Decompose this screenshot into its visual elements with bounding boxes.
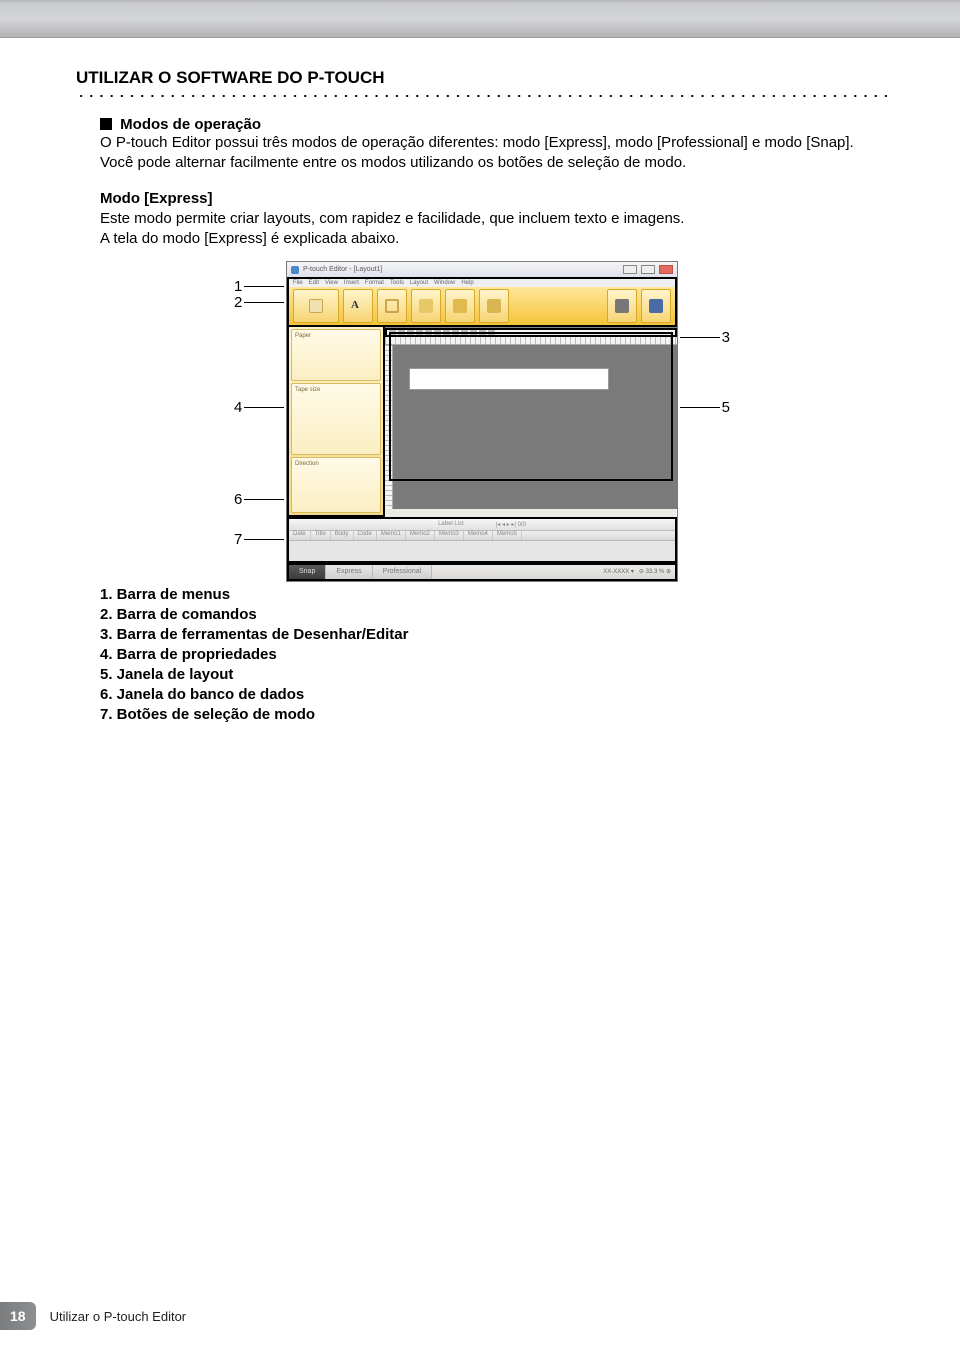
subsection-heading: Modos de operação — [100, 116, 888, 133]
legend-item: 5. Janela de layout — [100, 666, 864, 683]
menu-item[interactable]: Format — [365, 280, 384, 286]
zoom-control[interactable]: XX-XXXX ▾ ⊖ 33.3 % ⊕ — [599, 568, 675, 575]
ribbon-button[interactable] — [607, 289, 637, 323]
tool-icon[interactable] — [461, 330, 468, 335]
mode-tab-professional[interactable]: Professional — [373, 565, 433, 579]
save-icon — [649, 299, 663, 313]
callout-legend: 1. Barra de menus 2. Barra de comandos 3… — [100, 586, 864, 723]
tool-icon[interactable] — [389, 330, 396, 335]
footer-breadcrumb: Utilizar o P-touch Editor — [50, 1309, 187, 1324]
ruler-vertical — [385, 345, 393, 509]
layout-window[interactable] — [385, 327, 677, 509]
db-tabs[interactable]: DateTitleBodyCodeMemo1Memo2Memo3Memo4Mem… — [289, 531, 675, 541]
text-icon: A — [351, 299, 365, 313]
image-icon — [419, 299, 433, 313]
property-panel-orientation[interactable]: Direction — [291, 457, 381, 513]
tool-icon[interactable] — [407, 330, 414, 335]
tool-icon[interactable] — [398, 330, 405, 335]
mode-select-buttons[interactable]: Snap Express Professional XX-XXXX ▾ ⊖ 33… — [287, 563, 677, 581]
top-banner — [0, 0, 960, 38]
ribbon-button[interactable] — [293, 289, 339, 323]
db-navbar[interactable]: Label List |◂ ◂ ▸ ▸| 0/0 — [289, 519, 675, 531]
tool-icon[interactable] — [488, 330, 495, 335]
callout-4: 4 — [234, 399, 284, 416]
ribbon-button[interactable] — [479, 289, 509, 323]
property-panel-paper[interactable]: Paper — [291, 329, 381, 381]
menu-item[interactable]: File — [293, 280, 303, 286]
section-title: UTILIZAR O SOFTWARE DO P-TOUCH — [76, 68, 888, 88]
express-line-2: A tela do modo [Express] é explicada aba… — [100, 230, 399, 247]
ruler-horizontal — [385, 337, 677, 345]
database-window[interactable]: Label List |◂ ◂ ▸ ▸| 0/0 DateTitleBodyCo… — [287, 517, 677, 563]
properties-bar[interactable]: Paper Tape size Direction — [287, 327, 385, 517]
menu-item[interactable]: Edit — [309, 280, 319, 286]
tool-icon[interactable] — [470, 330, 477, 335]
ribbon-button[interactable] — [445, 289, 475, 323]
dotted-divider — [76, 94, 888, 98]
menu-item[interactable]: Tools — [390, 280, 404, 286]
draw-edit-toolbar[interactable] — [385, 328, 677, 337]
menu-item[interactable]: Insert — [344, 280, 359, 286]
legend-item: 7. Botões de seleção de modo — [100, 706, 864, 723]
screenshot-diagram: 1 2 4 6 7 3 5 P-touch Editor - [Layout1] — [242, 261, 722, 582]
callout-2: 2 — [234, 294, 284, 311]
window-title: P-touch Editor - [Layout1] — [303, 266, 619, 273]
ribbon-button[interactable] — [411, 289, 441, 323]
tool-icon[interactable] — [479, 330, 486, 335]
callout-box-layout — [389, 332, 673, 481]
callout-5: 5 — [680, 399, 730, 416]
express-heading: Modo [Express] — [100, 190, 213, 207]
app-window: P-touch Editor - [Layout1] File Edit Vie… — [286, 261, 678, 582]
page-number: 18 — [0, 1302, 36, 1330]
tool-icon[interactable] — [425, 330, 432, 335]
ribbon-button[interactable] — [377, 289, 407, 323]
legend-item: 3. Barra de ferramentas de Desenhar/Edit… — [100, 626, 864, 643]
callout-1: 1 — [234, 278, 284, 295]
favorites-icon — [453, 299, 467, 313]
command-bar[interactable]: A — [287, 287, 677, 327]
callout-6: 6 — [234, 491, 284, 508]
label-canvas[interactable] — [409, 368, 609, 390]
ribbon-button[interactable] — [641, 289, 671, 323]
print-icon — [615, 299, 629, 313]
tool-icon[interactable] — [416, 330, 423, 335]
menu-item[interactable]: Help — [461, 280, 473, 286]
tool-icon[interactable] — [434, 330, 441, 335]
subsection-heading-text: Modos de operação — [120, 116, 261, 133]
legend-item: 2. Barra de comandos — [100, 606, 864, 623]
property-panel-tape[interactable]: Tape size — [291, 383, 381, 455]
legend-item: 6. Janela do banco de dados — [100, 686, 864, 703]
mode-tab-express[interactable]: Express — [326, 565, 372, 579]
menu-item[interactable]: Window — [434, 280, 455, 286]
menu-item[interactable]: Layout — [410, 280, 428, 286]
legend-item: 1. Barra de menus — [100, 586, 864, 603]
express-block: Modo [Express] Este modo permite criar l… — [100, 189, 864, 249]
minimize-icon[interactable] — [623, 265, 637, 274]
app-icon — [291, 266, 299, 274]
paper-icon — [309, 299, 323, 313]
ribbon-button[interactable]: A — [343, 289, 373, 323]
square-bullet-icon — [100, 118, 112, 130]
frame-icon — [385, 299, 399, 313]
window-titlebar: P-touch Editor - [Layout1] — [287, 262, 677, 278]
layout-icon — [487, 299, 501, 313]
mode-tab-snap[interactable]: Snap — [289, 565, 326, 579]
legend-item: 4. Barra de propriedades — [100, 646, 864, 663]
callout-3: 3 — [680, 329, 730, 346]
intro-text: O P-touch Editor possui três modos de op… — [100, 133, 864, 173]
close-icon[interactable] — [659, 265, 673, 274]
maximize-icon[interactable] — [641, 265, 655, 274]
callout-7: 7 — [234, 531, 284, 548]
page-footer: 18 Utilizar o P-touch Editor — [0, 1302, 186, 1330]
tool-icon[interactable] — [443, 330, 450, 335]
page-content: UTILIZAR O SOFTWARE DO P-TOUCH Modos de … — [0, 40, 960, 723]
express-line-1: Este modo permite criar layouts, com rap… — [100, 210, 684, 227]
tool-icon[interactable] — [452, 330, 459, 335]
menu-item[interactable]: View — [325, 280, 338, 286]
